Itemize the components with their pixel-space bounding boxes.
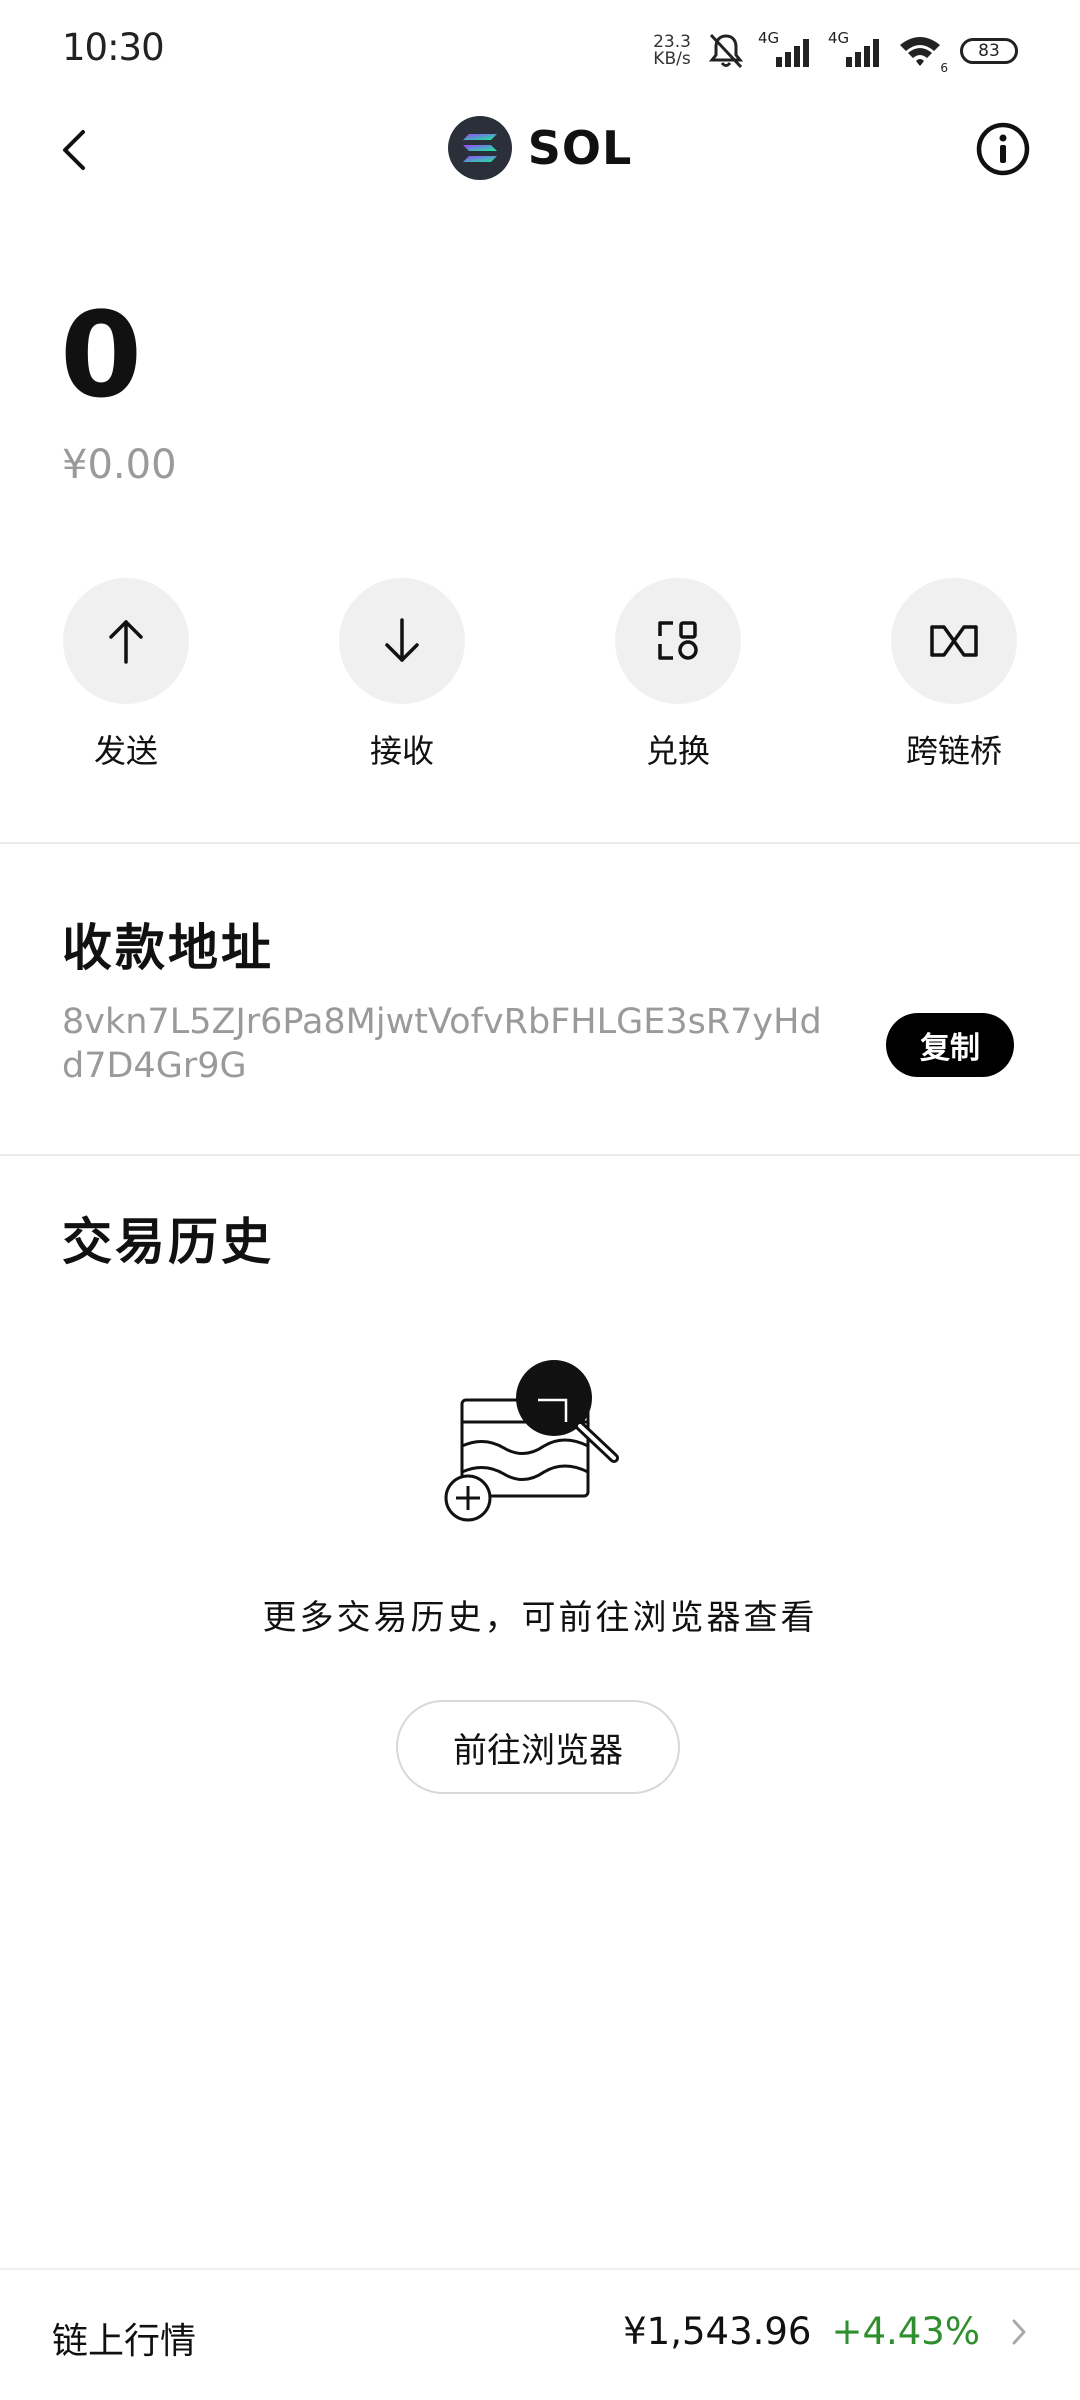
bridge-circle[interactable] — [891, 578, 1017, 704]
empty-history-message: 更多交易历史，可前往浏览器查看 — [262, 1598, 818, 1638]
status-icons: 23.3 KB/s 4G 4G 6 83 — [650, 26, 1018, 76]
swap-button[interactable]: 兑换 — [598, 578, 758, 772]
wallet-address: 8vkn7L5ZJr6Pa8MjwtVofvRbFHLGE3sR7yHdd7D4… — [62, 1002, 822, 1086]
history-section-title: 交易历史 — [62, 1213, 274, 1271]
address-section-title: 收款地址 — [62, 919, 274, 977]
top-nav-bar: SOL — [0, 110, 1080, 190]
receive-label: 接收 — [369, 732, 434, 770]
cell-signal-1: 4G — [758, 29, 814, 69]
bridge-button[interactable]: 跨链桥 — [874, 578, 1034, 772]
receive-circle[interactable] — [339, 578, 465, 704]
receive-button[interactable]: 接收 — [322, 578, 482, 772]
bridge-label: 跨链桥 — [905, 732, 1002, 770]
copy-address-button[interactable]: 复制 — [886, 1013, 1014, 1077]
market-price: ¥1,543.96 — [623, 2310, 812, 2353]
swap-icon — [658, 621, 698, 660]
cell-signal-1-icon — [776, 39, 809, 67]
divider — [0, 1154, 1080, 1156]
bridge-icon — [930, 625, 978, 657]
info-icon — [976, 122, 1030, 176]
send-circle[interactable] — [63, 578, 189, 704]
cell-signal-2: 4G — [828, 29, 884, 69]
arrow-down-icon — [385, 618, 419, 662]
swap-circle[interactable] — [615, 578, 741, 704]
network-speed-unit: KB/s — [653, 49, 691, 69]
token-detail-page: 10:30 23.3 KB/s 4G 4G 6 83 SOL 0 ¥0.00 发… — [0, 0, 1080, 2400]
status-time: 10:30 — [62, 26, 165, 69]
action-row: 发送 接收 兑换 跨链桥 — [0, 578, 1080, 770]
token-title-group: SOL — [0, 116, 1080, 180]
chevron-right-icon — [1010, 2317, 1028, 2347]
battery-level: 83 — [978, 41, 1000, 61]
status-bar: 10:30 23.3 KB/s 4G 4G 6 83 — [0, 0, 1080, 100]
divider — [0, 842, 1080, 844]
fiat-balance: ¥0.00 — [62, 442, 177, 488]
mute-bell-icon — [708, 33, 744, 69]
wifi-icon — [900, 37, 940, 66]
market-change: +4.43% — [831, 2310, 980, 2353]
wifi-badge: 6 — [940, 61, 948, 75]
send-button[interactable]: 发送 — [46, 578, 206, 772]
page-title: SOL — [527, 121, 633, 175]
market-bar[interactable]: 链上行情 ¥1,543.96 +4.43% — [0, 2268, 1080, 2400]
battery-indicator: 83 — [960, 38, 1018, 64]
market-price-group: ¥1,543.96 +4.43% — [623, 2310, 1028, 2353]
wifi-status: 6 — [898, 33, 948, 75]
empty-history-illustration — [444, 1360, 619, 1522]
send-label: 发送 — [93, 732, 158, 770]
token-balance: 0 — [60, 286, 143, 424]
arrow-up-icon — [109, 620, 143, 664]
solana-logo-icon — [447, 116, 512, 180]
market-label: 链上行情 — [52, 2321, 197, 2362]
open-browser-button[interactable]: 前往浏览器 — [396, 1700, 680, 1794]
swap-label: 兑换 — [645, 732, 710, 770]
cell-signal-2-icon — [846, 39, 879, 67]
info-button[interactable] — [974, 120, 1032, 178]
network-speed: 23.3 KB/s — [650, 34, 694, 68]
